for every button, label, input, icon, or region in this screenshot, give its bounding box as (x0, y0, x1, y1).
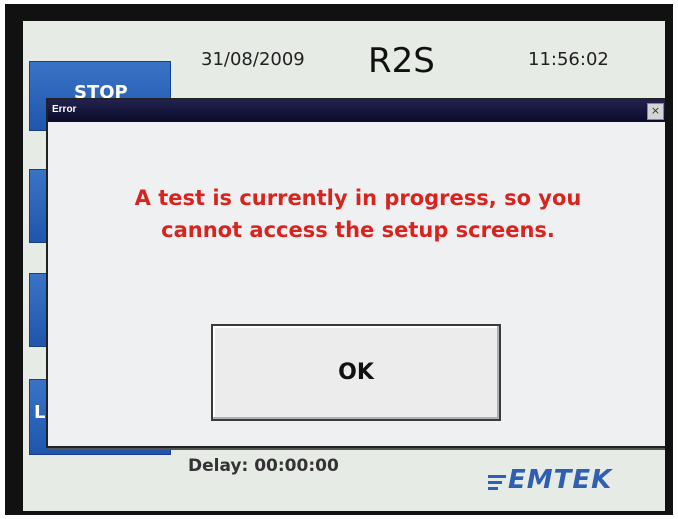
header-time: 11:56:02 (528, 49, 609, 70)
emtek-logo: EMTEK (488, 465, 643, 497)
dialog-message-line-1: A test is currently in progress, so you (134, 186, 582, 210)
error-dialog: Error × A test is currently in progress,… (46, 98, 665, 448)
device-bezel: STOP L 31/08/2009 R2S 11:56:02 Delay: 00… (5, 4, 673, 515)
ok-button[interactable]: OK (211, 324, 501, 421)
header-date: 31/08/2009 (201, 49, 305, 70)
dialog-title: Error (52, 104, 77, 115)
touch-screen: STOP L 31/08/2009 R2S 11:56:02 Delay: 00… (23, 21, 665, 511)
dialog-message: A test is currently in progress, so you … (68, 182, 648, 246)
close-icon[interactable]: × (647, 103, 664, 120)
logo-text: EMTEK (508, 465, 613, 495)
dialog-message-line-2: cannot access the setup screens. (161, 218, 555, 242)
delay-label: Delay: (188, 456, 249, 476)
delay-readout: Delay: 00:00:00 (188, 456, 339, 476)
delay-value: 00:00:00 (254, 456, 339, 476)
dialog-titlebar[interactable]: Error × (48, 100, 665, 122)
side-button-4-label: L (34, 402, 46, 423)
header-title: R2S (368, 41, 435, 81)
